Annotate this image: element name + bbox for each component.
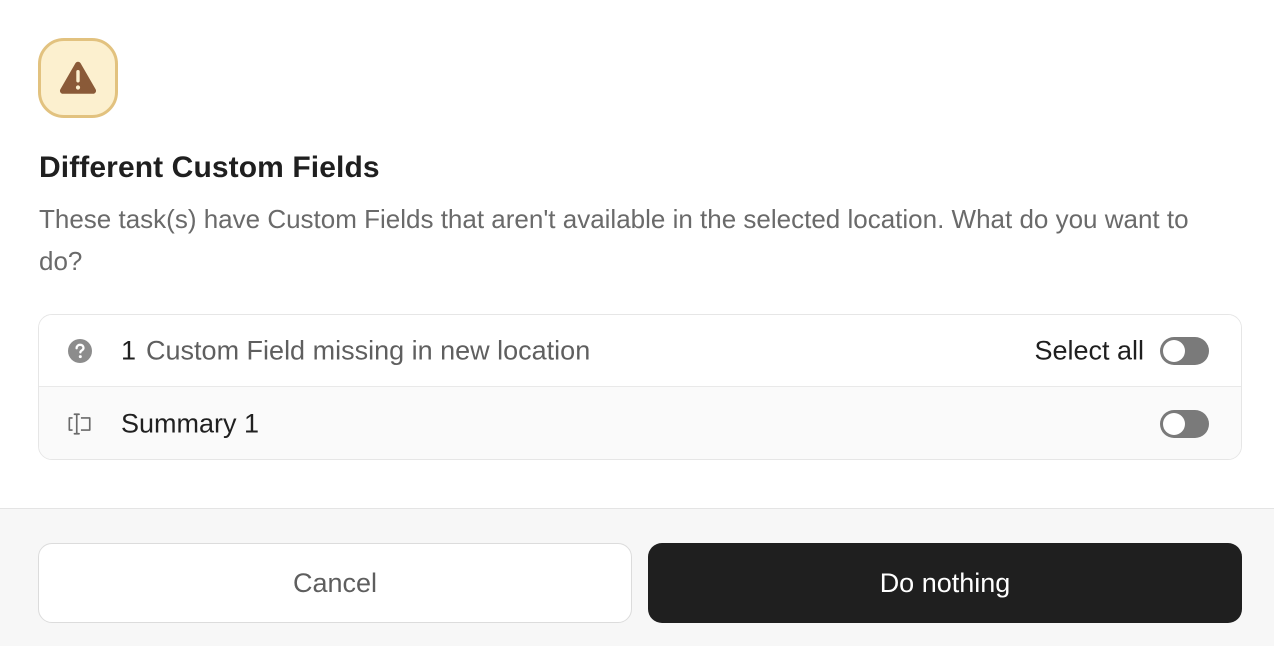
field-label-summary: Summary 1: [121, 408, 260, 439]
question-circle-icon: [67, 338, 93, 364]
missing-count: 1: [121, 335, 137, 365]
missing-fields-label: Custom Field missing in new location: [146, 335, 591, 365]
dialog-description: These task(s) have Custom Fields that ar…: [39, 204, 1189, 276]
dialog-footer: Cancel Do nothing: [0, 508, 1274, 646]
do-nothing-button[interactable]: Do nothing: [648, 543, 1242, 623]
field-row-summary: Summary 1: [39, 387, 1241, 459]
text-field-icon: [67, 411, 93, 437]
missing-fields-summary: 1 Custom Field missing in new location: [121, 335, 590, 366]
select-all-toggle[interactable]: [1160, 336, 1209, 365]
missing-fields-list: 1 Custom Field missing in new location Se…: [38, 314, 1242, 460]
dialog-title: Different Custom Fields: [39, 151, 380, 184]
toggle-knob: [1163, 413, 1185, 435]
field-toggle-summary[interactable]: [1160, 410, 1209, 438]
warning-badge: [38, 38, 118, 118]
toggle-knob: [1163, 339, 1185, 362]
missing-fields-header: 1 Custom Field missing in new location Se…: [39, 315, 1241, 387]
cancel-button[interactable]: Cancel: [38, 543, 632, 623]
custom-fields-dialog: Different Custom Fields These task(s) ha…: [0, 0, 1274, 646]
warning-triangle-icon: [59, 61, 97, 94]
select-all-label: Select all: [1034, 335, 1144, 365]
